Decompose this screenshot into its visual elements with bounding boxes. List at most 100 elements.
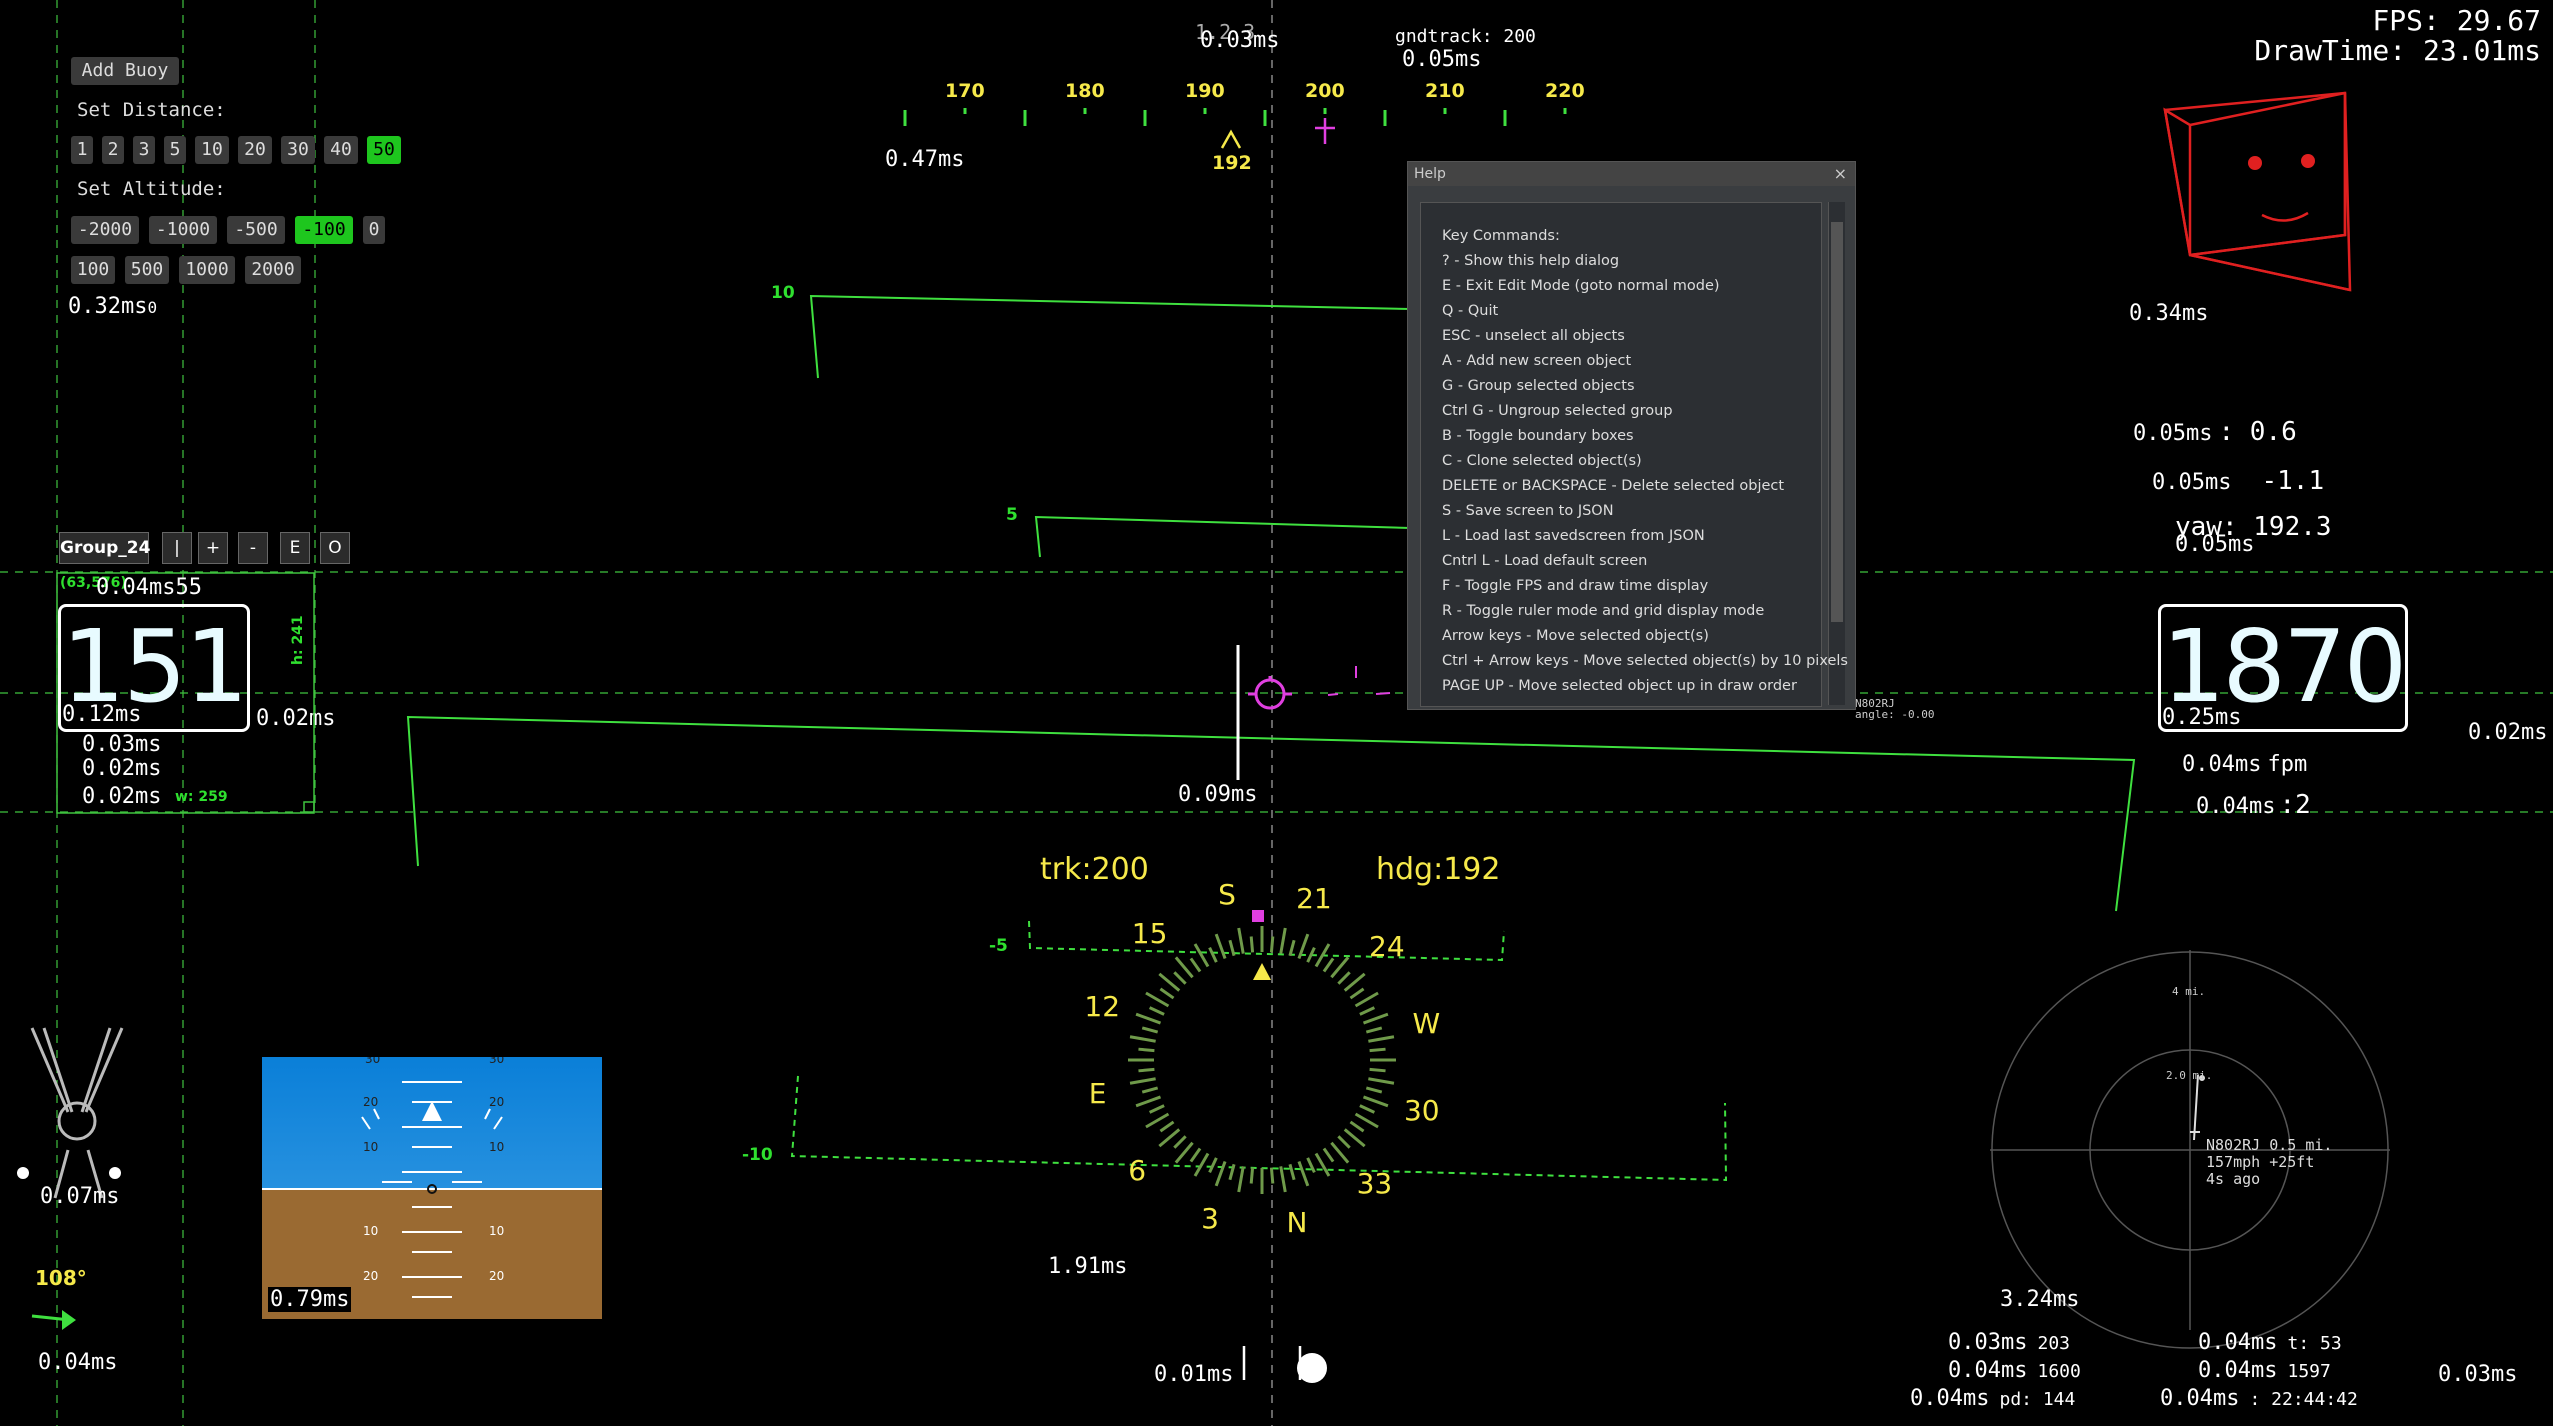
compass-tick bbox=[1129, 1035, 1156, 1043]
adi-label-30-right: 30 bbox=[489, 1057, 505, 1066]
compass-label-W: W bbox=[1412, 1007, 1441, 1041]
cube-time: 0.34ms bbox=[2129, 301, 2209, 326]
bottom-right-readout: 0.04ms t: 53 bbox=[2198, 1330, 2342, 1355]
pitch-label-neg10: -10 bbox=[742, 1145, 773, 1165]
adi-time: 0.79ms bbox=[268, 1287, 352, 1312]
compass-tick bbox=[1306, 1157, 1316, 1174]
compass-label-15: 15 bbox=[1131, 917, 1168, 951]
compass-tick bbox=[1189, 957, 1202, 973]
compass-tick bbox=[1365, 1026, 1383, 1034]
compass-tick bbox=[1173, 1135, 1187, 1149]
compass-rose bbox=[1128, 910, 1396, 1194]
bottom-right-readout: 0.04ms pd: 144 bbox=[1910, 1386, 2075, 1411]
compass-tick bbox=[1208, 1157, 1218, 1174]
bottom-right-readout: 0.03ms 203 bbox=[1948, 1330, 2070, 1355]
traffic-age: 4s ago bbox=[2206, 1170, 2261, 1188]
compass-tick bbox=[1237, 927, 1245, 954]
help-line: G - Group selected objects bbox=[1442, 378, 1635, 394]
compass-tick bbox=[1279, 1166, 1287, 1193]
compass-label-30: 30 bbox=[1403, 1093, 1440, 1127]
attitude-indicator: 30 30 20 20 10 10 10 10 20 20 0.79ms bbox=[262, 1057, 602, 1319]
readout-value: t: 53 bbox=[2287, 1333, 2342, 1354]
compass-label-S: S bbox=[1218, 877, 1236, 911]
compass-tick bbox=[1135, 1012, 1162, 1025]
compass-tick bbox=[1228, 1163, 1236, 1181]
compass-tick bbox=[1365, 1086, 1383, 1094]
help-line: L - Load last savedscreen from JSON bbox=[1442, 528, 1705, 544]
compass-tick bbox=[1214, 1160, 1227, 1187]
compass-label-12: 12 bbox=[1084, 990, 1121, 1024]
toolbar-button-2[interactable]: - bbox=[238, 532, 268, 564]
radar-ring-inner: 2.0 mi. bbox=[2166, 1069, 2213, 1082]
compass-tick bbox=[1159, 1120, 1175, 1133]
readout-value: pd: 144 bbox=[1999, 1389, 2076, 1410]
bottom-center-time: 0.01ms bbox=[1154, 1362, 1234, 1387]
vertical-speed: 0.04ms fpm bbox=[2182, 752, 2308, 777]
close-icon[interactable]: × bbox=[1834, 162, 1847, 186]
compass-tick bbox=[1228, 939, 1236, 957]
toolbar-button-0[interactable]: | bbox=[162, 532, 192, 564]
help-line: S - Save screen to JSON bbox=[1442, 503, 1614, 519]
compass-tick bbox=[1368, 1077, 1395, 1085]
traffic-radar bbox=[1990, 950, 2390, 1349]
readout-time: 0.04ms bbox=[1948, 1358, 2028, 1383]
center-callsign-text: N802RJ bbox=[1855, 697, 1895, 710]
compass-tick bbox=[1306, 946, 1316, 963]
smiley-cube bbox=[2163, 91, 2352, 292]
toolbar-button-4[interactable]: O bbox=[320, 532, 350, 564]
adi-label-20-left: 20 bbox=[363, 1095, 379, 1109]
help-titlebar[interactable]: Help × bbox=[1408, 162, 1855, 186]
help-scroll-thumb[interactable] bbox=[1831, 222, 1843, 622]
compass-tick bbox=[1337, 1135, 1351, 1149]
adi-label-20-right: 20 bbox=[489, 1095, 505, 1109]
help-line: Q - Quit bbox=[1442, 303, 1499, 319]
turn-time: 0.07ms bbox=[40, 1184, 120, 1209]
compass-tick bbox=[1314, 1152, 1331, 1177]
compass-tick bbox=[1214, 933, 1227, 960]
bottom-right-readout: 0.04ms 1600 bbox=[1948, 1358, 2081, 1383]
compass-tick bbox=[1359, 1104, 1376, 1114]
slip-ball bbox=[1242, 1346, 1327, 1383]
yaw-time: 0.05ms bbox=[2175, 532, 2255, 557]
compass-tick bbox=[1141, 1086, 1159, 1094]
help-line: B - Toggle boundary boxes bbox=[1442, 428, 1634, 444]
pitch-readout: 0.05ms -1.1 bbox=[2152, 466, 2325, 496]
compass-label-E: E bbox=[1088, 1076, 1107, 1110]
readout-value: 203 bbox=[2037, 1333, 2070, 1354]
g-readout: 0.04ms:2 bbox=[2196, 790, 2311, 820]
compass-tick bbox=[1359, 1006, 1376, 1016]
readout-value: 1600 bbox=[2037, 1361, 2081, 1382]
flight-path-marker bbox=[1236, 645, 1391, 780]
altitude-edge-time: 0.02ms bbox=[2468, 720, 2548, 745]
adi-label-neg20-left: 20 bbox=[363, 1269, 379, 1283]
wind-direction: 108° bbox=[35, 1266, 87, 1290]
compass-tick bbox=[1354, 991, 1379, 1008]
heading-pointer-icon bbox=[1253, 963, 1271, 980]
help-title: Help bbox=[1414, 166, 1446, 182]
adi-label-neg10-left: 10 bbox=[363, 1224, 379, 1238]
adi-label-neg20-right: 20 bbox=[489, 1269, 505, 1283]
help-scrollbar[interactable] bbox=[1828, 202, 1845, 705]
help-line: DELETE or BACKSPACE - Delete selected ob… bbox=[1442, 478, 1785, 494]
roll-readout: 0.05ms: 0.6 bbox=[2133, 417, 2297, 447]
compass-tick bbox=[1349, 1120, 1365, 1133]
toolbar-button-1[interactable]: + bbox=[198, 532, 228, 564]
group-name-label[interactable]: Group_24 bbox=[59, 532, 150, 564]
help-line: ? - Show this help dialog bbox=[1442, 253, 1620, 269]
readout-time: 0.04ms bbox=[2198, 1330, 2278, 1355]
help-line: E - Exit Edit Mode (goto normal mode) bbox=[1442, 278, 1720, 294]
center-time: 0.09ms bbox=[1178, 782, 1258, 807]
help-line: R - Toggle ruler mode and grid display m… bbox=[1442, 603, 1765, 619]
pitch-label-neg5: -5 bbox=[989, 936, 1008, 956]
readout-value: 1597 bbox=[2287, 1361, 2331, 1382]
compass-tick bbox=[1362, 1012, 1389, 1025]
bottom-right-readout: 0.04ms 1597 bbox=[2198, 1358, 2331, 1383]
compass-tick bbox=[1249, 936, 1255, 953]
compass-label-N: N bbox=[1286, 1206, 1308, 1240]
compass-tick bbox=[1368, 1035, 1395, 1043]
toolbar-button-3[interactable]: E bbox=[280, 532, 310, 564]
radar-ring-outer: 4 mi. bbox=[2172, 985, 2206, 998]
compass-tick bbox=[1349, 987, 1365, 1000]
help-line: Ctrl G - Ungroup selected group bbox=[1442, 403, 1673, 419]
compass-tick bbox=[1135, 1095, 1162, 1108]
